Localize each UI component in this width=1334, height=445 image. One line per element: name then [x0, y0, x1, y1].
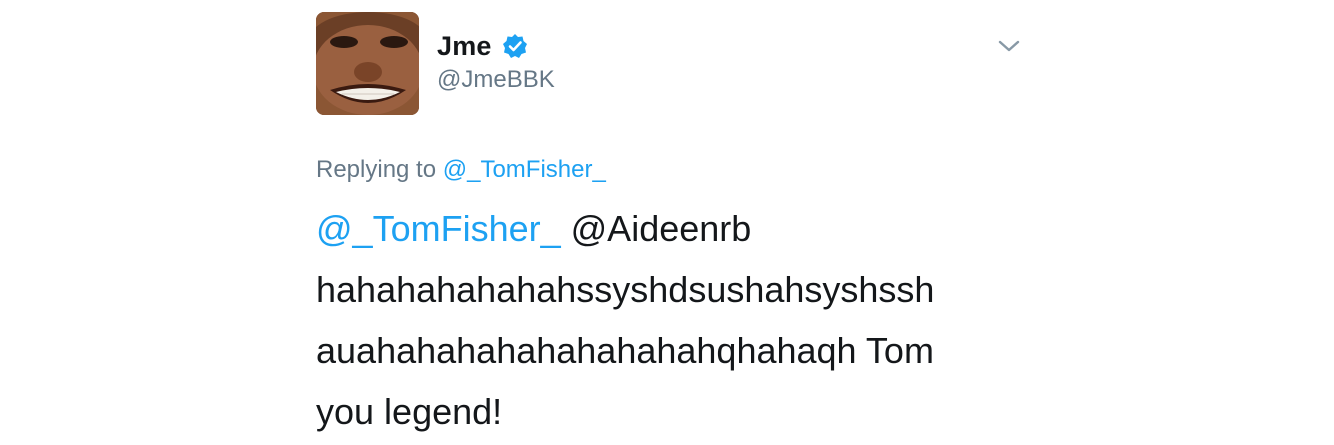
chevron-down-icon[interactable]	[996, 36, 1022, 56]
tweet-text-line-2: hahahahahahahssyshdsushahsyshssh	[316, 269, 935, 310]
tweet-text: @_TomFisher_ @Aideenrb hahahahahahahssys…	[316, 198, 1036, 442]
verified-badge-icon	[502, 33, 528, 59]
author-handle[interactable]: @JmeBBK	[437, 66, 555, 94]
mention-text-aideenrb[interactable]: @Aideenrb	[571, 208, 752, 249]
author-name-row: Jme	[437, 28, 528, 64]
replying-to-mention-link[interactable]: @_TomFisher_	[443, 156, 606, 183]
tweet-text-line-3: auahahahahahahahahahqhahaqh Tom	[316, 330, 934, 371]
tweet-text-line-4: you legend!	[316, 391, 503, 432]
replying-to-label: Replying to	[316, 156, 437, 183]
tweet-text-line-1: @_TomFisher_ @Aideenrb	[316, 198, 1036, 259]
avatar[interactable]	[316, 12, 419, 115]
tweet-card: Jme @JmeBBK Replying to @_TomFisher_ @_T…	[0, 0, 1334, 445]
mention-link-tomfisher[interactable]: @_TomFisher_	[316, 208, 561, 249]
display-name[interactable]: Jme	[437, 31, 492, 62]
replying-to-line: Replying to @_TomFisher_	[316, 156, 606, 184]
